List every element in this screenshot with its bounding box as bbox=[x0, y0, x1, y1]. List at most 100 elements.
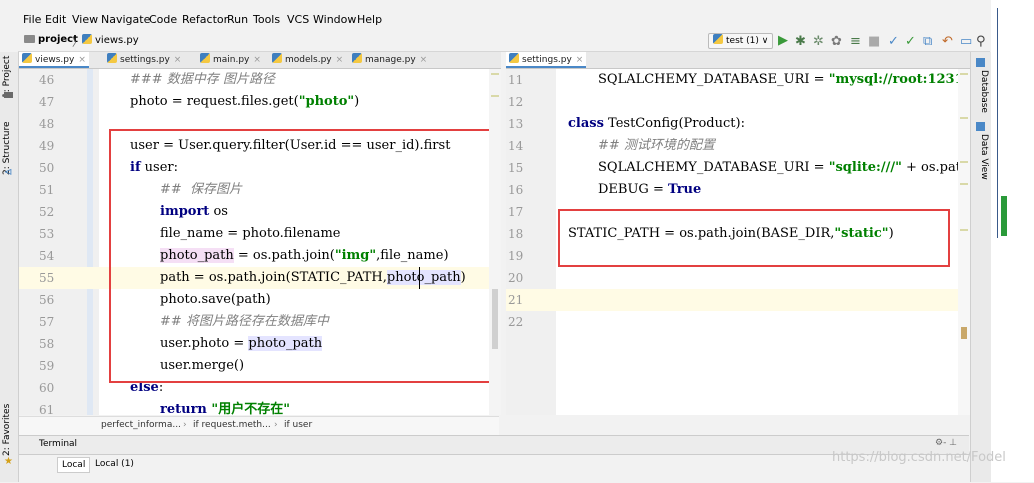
terminal-tab-local[interactable]: Local bbox=[57, 457, 91, 473]
run-config-select[interactable]: test (1) ∨ bbox=[708, 33, 774, 49]
project-structure-icon[interactable]: ▭ bbox=[960, 35, 972, 48]
code-line: 12 bbox=[508, 95, 524, 109]
menu-file[interactable]: File bbox=[23, 13, 41, 26]
tab-views[interactable]: views.py × bbox=[19, 52, 89, 68]
menu-code[interactable]: Code bbox=[149, 13, 177, 26]
project-icon bbox=[4, 92, 13, 98]
tool-data-view[interactable]: Data View bbox=[979, 134, 989, 180]
menu-help[interactable]: Help bbox=[357, 13, 382, 26]
chevron-right-icon: › bbox=[274, 420, 278, 430]
star-icon: ★ bbox=[4, 456, 13, 467]
run-icon[interactable]: ▶ bbox=[778, 34, 788, 47]
nav-project[interactable]: project bbox=[24, 34, 78, 45]
right-editor-scrollbar[interactable] bbox=[958, 69, 970, 415]
tab-models[interactable]: models.py × bbox=[269, 52, 346, 68]
scroll-thumb[interactable] bbox=[961, 327, 967, 339]
left-editor-tabs: views.py × settings.py × main.py × models.p… bbox=[19, 52, 501, 69]
scroll-marker bbox=[960, 117, 968, 119]
profile-icon[interactable]: ✿ bbox=[831, 35, 842, 48]
tab-main[interactable]: main.py × bbox=[197, 52, 264, 68]
right-tool-strip: Database Data View bbox=[970, 52, 991, 482]
tab-settings[interactable]: settings.py × bbox=[104, 52, 184, 68]
menu-tools[interactable]: Tools bbox=[253, 13, 280, 26]
close-icon[interactable]: × bbox=[78, 55, 86, 65]
close-icon[interactable]: × bbox=[174, 55, 182, 65]
python-file-icon bbox=[272, 53, 282, 63]
menu-view[interactable]: View bbox=[72, 13, 98, 26]
python-file-icon bbox=[713, 34, 723, 44]
compare-icon[interactable]: ⧉ bbox=[923, 35, 932, 48]
background-divider bbox=[997, 8, 998, 238]
code-line: 47 photo = request.files.get("photo") bbox=[39, 94, 360, 109]
search-icon[interactable]: ⚲ bbox=[976, 35, 986, 48]
menu-bar: File Edit View Navigate Code Refactor Ru… bbox=[0, 0, 990, 30]
menu-edit[interactable]: Edit bbox=[45, 13, 66, 26]
menu-run[interactable]: Run bbox=[227, 13, 248, 26]
breadcrumb-item[interactable]: if request.meth... bbox=[193, 420, 271, 430]
code-line: 22 bbox=[508, 315, 524, 329]
structure-icon: ⊲ bbox=[4, 167, 13, 178]
background-indicator bbox=[1001, 196, 1007, 236]
breadcrumb-item[interactable]: perfect_informa... bbox=[101, 420, 181, 430]
stop-icon[interactable]: ■ bbox=[868, 35, 880, 48]
gear-icon[interactable]: ⚙- ⊥ bbox=[935, 438, 957, 448]
breadcrumb-item[interactable]: if user bbox=[284, 420, 312, 430]
vcs-update-icon[interactable]: ✓ bbox=[888, 35, 899, 48]
revert-icon[interactable]: ↶ bbox=[942, 35, 953, 48]
vcs-commit-icon[interactable]: ✓ bbox=[905, 35, 916, 48]
scroll-thumb[interactable] bbox=[492, 289, 498, 349]
chevron-right-icon: › bbox=[183, 420, 187, 430]
background-area bbox=[991, 0, 1034, 482]
menu-refactor[interactable]: Refactor bbox=[182, 13, 228, 26]
close-icon[interactable]: × bbox=[336, 55, 344, 65]
python-file-icon bbox=[352, 53, 362, 63]
code-line: 46 ### 数据中存 图片路径 bbox=[39, 72, 275, 87]
code-line: 16 DEBUG = True bbox=[508, 182, 702, 197]
tab-manage[interactable]: manage.py × bbox=[349, 52, 430, 68]
code-line: 14 ## 测试环境的配置 bbox=[508, 138, 715, 153]
terminal-tab-local-1[interactable]: Local (1) bbox=[91, 457, 138, 471]
left-editor-scrollbar[interactable] bbox=[489, 69, 501, 415]
code-line: 61 return "用户不存在" bbox=[39, 402, 290, 415]
close-icon[interactable]: × bbox=[253, 55, 261, 65]
annotation-box bbox=[558, 209, 950, 267]
database-icon bbox=[976, 58, 985, 67]
breadcrumb: perfect_informa... › if request.meth... … bbox=[19, 416, 499, 435]
tab-settings-right[interactable]: settings.py × bbox=[506, 52, 587, 68]
python-file-icon bbox=[200, 53, 210, 63]
annotation-box bbox=[109, 129, 501, 383]
tool-favorites[interactable]: 2: Favorites bbox=[2, 404, 12, 456]
code-line: 15 SQLALCHEMY_DATABASE_URI = "sqlite:///… bbox=[508, 160, 970, 175]
close-icon[interactable]: × bbox=[576, 55, 584, 65]
concurrency-icon[interactable]: ≡ bbox=[850, 35, 861, 48]
scroll-marker bbox=[960, 161, 968, 163]
nav-file[interactable]: views.py bbox=[82, 34, 139, 46]
terminal-header: Terminal ⚙- ⊥ bbox=[19, 435, 969, 454]
tool-database[interactable]: Database bbox=[979, 70, 989, 113]
scroll-marker bbox=[960, 73, 968, 75]
python-file-icon bbox=[82, 34, 92, 44]
menu-window[interactable]: Window bbox=[313, 13, 356, 26]
current-code-line: 21 bbox=[506, 289, 970, 311]
code-line: 13 class TestConfig(Product): bbox=[508, 116, 745, 131]
close-icon[interactable]: × bbox=[420, 55, 428, 65]
chevron-right-icon: 〉 bbox=[72, 38, 82, 49]
scroll-marker bbox=[960, 183, 968, 185]
right-code-editor[interactable]: 11 SQLALCHEMY_DATABASE_URI = "mysql://ro… bbox=[506, 69, 970, 415]
code-line: 20 bbox=[508, 271, 524, 285]
left-code-editor[interactable]: 46 ### 数据中存 图片路径 47 photo = request.file… bbox=[19, 69, 501, 415]
scroll-marker bbox=[960, 229, 968, 231]
menu-navigate[interactable]: Navigate bbox=[101, 13, 150, 26]
scroll-marker bbox=[491, 73, 499, 75]
python-file-icon bbox=[22, 53, 32, 63]
python-file-icon bbox=[509, 53, 519, 63]
python-file-icon bbox=[107, 53, 117, 63]
coverage-icon[interactable]: ✲ bbox=[813, 35, 824, 48]
left-tool-strip: 1: Project 2: Structure ⊲ 2: Favorites ★ bbox=[0, 52, 19, 482]
menu-vcs[interactable]: VCS bbox=[287, 13, 309, 26]
terminal-tabs: Local Local (1) bbox=[19, 454, 969, 483]
debug-icon[interactable]: ✱ bbox=[795, 35, 806, 48]
scroll-marker bbox=[491, 95, 499, 97]
navigation-bar: project 〉 views.py test (1) ∨ ▶ ✱ ✲ ✿ ≡ … bbox=[18, 31, 990, 52]
data-view-icon bbox=[976, 122, 985, 131]
